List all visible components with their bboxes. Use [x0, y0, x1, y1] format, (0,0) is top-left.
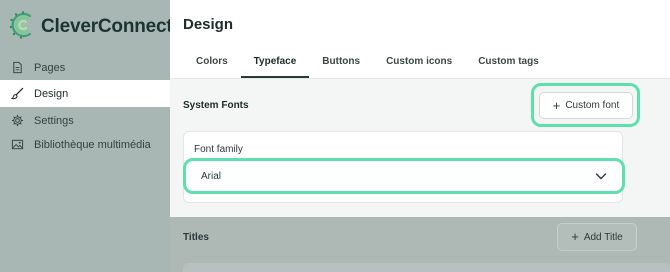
sidebar: CleverConnect Pages Design Settings Bibl… [0, 0, 173, 272]
gear-icon [0, 114, 34, 127]
logo[interactable]: CleverConnect [8, 10, 173, 44]
titles-section-title: Titles [183, 232, 209, 243]
sidebar-item-label: Design [34, 87, 69, 100]
font-family-select-value: Arial [201, 170, 222, 182]
font-family-select[interactable]: Arial [189, 163, 621, 189]
font-family-label: Font family [194, 144, 243, 155]
tab-bar: Colors Typeface Buttons Custom icons Cus… [183, 52, 552, 78]
image-icon [0, 138, 34, 151]
sidebar-item-pages[interactable]: Pages [0, 54, 170, 81]
tab-buttons[interactable]: Buttons [309, 52, 373, 78]
sidebar-item-settings[interactable]: Settings [0, 107, 170, 134]
cleverconnect-logo-icon [8, 10, 38, 45]
sidebar-item-label: Settings [34, 114, 74, 127]
page-icon [0, 61, 34, 74]
add-title-button[interactable]: + Add Title [557, 223, 637, 251]
custom-font-button-label: Custom font [565, 100, 620, 111]
tab-colors[interactable]: Colors [183, 52, 241, 78]
sidebar-item-label: Pages [34, 61, 66, 74]
sidebar-item-media-library[interactable]: Bibliothèque multimédia [0, 131, 170, 158]
system-fonts-title: System Fonts [183, 100, 249, 111]
main-panel: Design Colors Typeface Buttons Custom ic… [170, 0, 670, 272]
tab-custom-tags[interactable]: Custom tags [465, 52, 552, 78]
sidebar-item-label: Bibliothèque multimédia [34, 138, 151, 151]
page-title: Design [183, 16, 234, 33]
tab-custom-icons[interactable]: Custom icons [373, 52, 465, 78]
custom-font-button[interactable]: + Custom font [539, 92, 633, 119]
plus-icon: + [571, 229, 579, 244]
logo-text: CleverConnect [41, 16, 173, 37]
plus-icon: + [552, 97, 561, 113]
tab-typeface[interactable]: Typeface [240, 52, 310, 78]
title-row-placeholder [183, 263, 670, 272]
chevron-down-icon [595, 171, 607, 181]
add-title-button-label: Add Title [583, 231, 623, 243]
sidebar-item-design[interactable]: Design [0, 80, 170, 107]
brush-icon [0, 87, 34, 100]
